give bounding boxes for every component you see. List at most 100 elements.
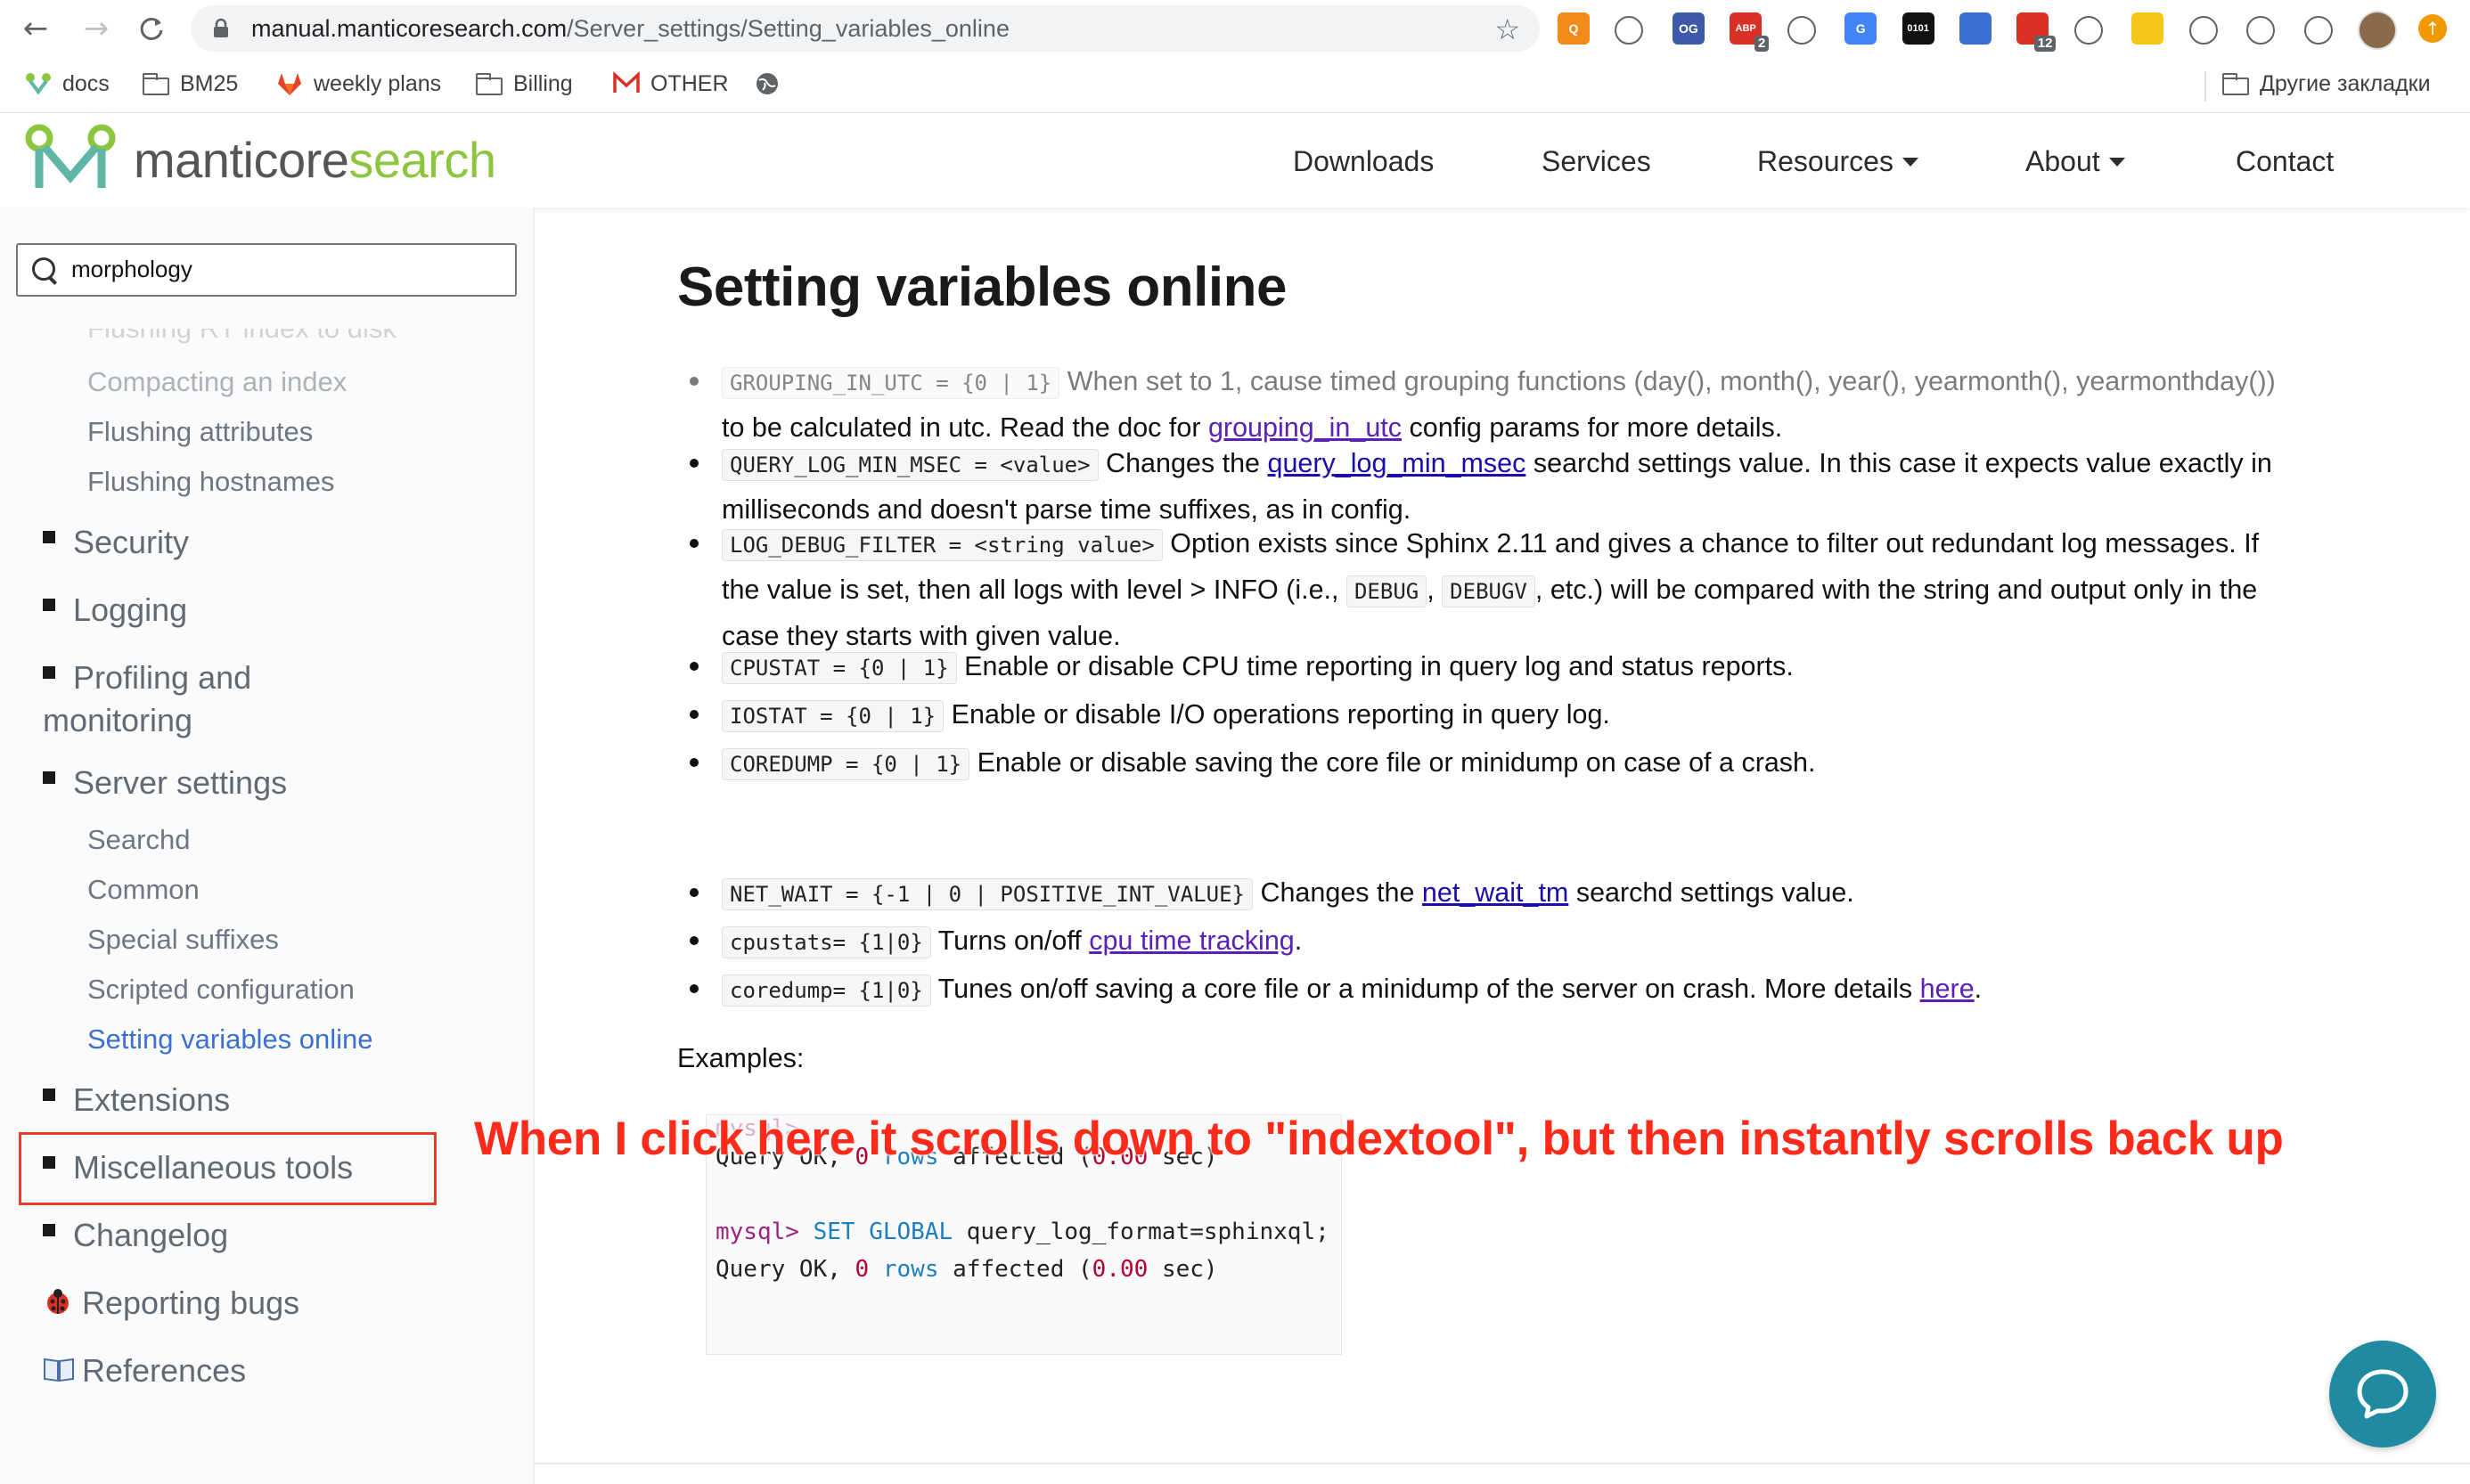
bookmark-bm25[interactable]: BM25	[143, 68, 238, 100]
sidebar-item-flushing-rt[interactable]: Flushing RT index to disk	[87, 329, 397, 345]
link-cpu-time-tracking[interactable]: cpu time tracking	[1089, 925, 1295, 956]
footer-divider	[535, 1463, 2470, 1464]
sidebar-item-extensions[interactable]: Extensions	[43, 1079, 230, 1121]
bookmark-globe[interactable]	[754, 68, 781, 100]
bullet-dot-icon	[690, 539, 699, 548]
code-debug: DEBUG	[1345, 575, 1427, 607]
bullet-dot-icon	[690, 984, 699, 993]
code-line-2: mysql> SET GLOBAL query_log_format=sphin…	[716, 1219, 1329, 1245]
browser-toolbar: ← → manual.manticoresearch.com/Server_se…	[0, 0, 2470, 57]
bookmark-other[interactable]: OTHER	[613, 68, 729, 100]
link-here[interactable]: here	[1920, 974, 1975, 1004]
main-content: Setting variables online GROUPING_IN_UTC…	[535, 208, 2470, 1484]
code-cpustats: cpustats= {1|0}	[722, 926, 931, 958]
bookmark-weekly-plans[interactable]: weekly plans	[276, 68, 441, 100]
other-bookmarks[interactable]: Другие закладки	[2222, 68, 2431, 100]
nav-services[interactable]: Services	[1542, 145, 1651, 178]
url-text: manual.manticoresearch.com/Server_settin…	[251, 15, 1010, 42]
sidebar-item-profiling[interactable]: Profiling and	[43, 656, 251, 699]
ext-circle-icon[interactable]	[1959, 12, 1992, 45]
nav-contact[interactable]: Contact	[2236, 145, 2334, 178]
ext-puzzle-icon[interactable]	[2246, 16, 2276, 45]
sidebar-item-searchd[interactable]: Searchd	[87, 824, 190, 856]
square-bullet-icon	[43, 599, 55, 612]
sidebar: Flushing RT index to disk Compacting an …	[0, 208, 535, 1484]
search-box[interactable]	[16, 243, 517, 297]
gitlab-icon	[278, 73, 301, 95]
search-icon	[32, 257, 55, 281]
book-icon	[44, 1358, 74, 1382]
code-coredump: COREDUMP = {0 | 1}	[722, 748, 970, 780]
bookmarks-divider	[2204, 71, 2206, 102]
forward-icon[interactable]: →	[78, 11, 114, 46]
extension-badge: 2	[1754, 36, 1770, 52]
address-bar[interactable]: manual.manticoresearch.com/Server_settin…	[191, 5, 1540, 52]
reload-icon[interactable]	[134, 11, 169, 46]
sidebar-item-flushing-hostnames[interactable]: Flushing hostnames	[87, 466, 334, 498]
code-debugv: DEBUGV	[1442, 575, 1535, 607]
code-grouping-in-utc: GROUPING_IN_UTC = {0 | 1}	[722, 367, 1060, 399]
sidebar-item-changelog[interactable]: Changelog	[43, 1214, 228, 1257]
link-grouping-in-utc[interactable]: grouping_in_utc	[1208, 412, 1402, 443]
sidebar-item-common[interactable]: Common	[87, 874, 200, 906]
update-icon[interactable]: ↑	[2418, 14, 2447, 43]
code-coredump-toggle: coredump= {1|0}	[722, 974, 931, 1007]
sidebar-item-special-suffixes[interactable]: Special suffixes	[87, 924, 279, 956]
code-cpustat: CPUSTAT = {0 | 1}	[722, 652, 957, 684]
sidebar-item-compacting[interactable]: Compacting an index	[87, 366, 347, 398]
sidebar-item-flushing-attributes[interactable]: Flushing attributes	[87, 416, 313, 448]
ext-abp-icon[interactable]: ABP 2	[1730, 12, 1770, 52]
sidebar-item-scripted-configuration[interactable]: Scripted configuration	[87, 974, 355, 1006]
ext-calendar-icon[interactable]: 12	[2016, 12, 2057, 52]
ext-camera-icon[interactable]	[1787, 16, 1816, 45]
ext-gear-icon[interactable]	[2188, 16, 2218, 45]
folder-icon	[2222, 73, 2249, 95]
sidebar-item-logging[interactable]: Logging	[43, 589, 187, 632]
sidebar-item-references[interactable]: References	[43, 1349, 246, 1392]
bullet-dot-icon	[690, 936, 699, 945]
sidebar-item-server-settings[interactable]: Server settings	[43, 762, 287, 804]
page-title: Setting variables online	[677, 257, 1287, 318]
ext-og-icon[interactable]: OG	[1672, 12, 1705, 45]
caret-down-icon	[1902, 157, 1918, 167]
bullet-dot-icon	[690, 888, 699, 897]
code-iostat: IOSTAT = {0 | 1}	[722, 700, 945, 732]
ext-orange-search-icon[interactable]: Q	[1558, 12, 1590, 45]
sidebar-item-setting-variables-online[interactable]: Setting variables online	[87, 1023, 373, 1056]
avatar[interactable]	[2358, 11, 2397, 50]
ext-speed-icon[interactable]	[2073, 16, 2103, 45]
bookmarks-bar: docs BM25 weekly plans Billing OTHER Дру…	[0, 57, 2470, 113]
bookmark-docs[interactable]: docs	[25, 68, 110, 100]
ext-playlist-icon[interactable]	[2303, 16, 2333, 45]
square-bullet-icon	[43, 1224, 55, 1237]
bookmark-star-icon[interactable]: ☆	[1494, 12, 1520, 46]
code-log-debug-filter: LOG_DEBUG_FILTER = <string value>	[722, 529, 1163, 561]
ext-chick-icon[interactable]	[2131, 12, 2164, 45]
manticore-logo-icon	[25, 124, 116, 188]
nav-downloads[interactable]: Downloads	[1293, 145, 1434, 178]
bookmark-billing[interactable]: Billing	[476, 68, 573, 100]
link-query-log-min-msec[interactable]: query_log_min_msec	[1268, 448, 1526, 478]
nav-about[interactable]: About	[2025, 145, 2125, 178]
ext-translate-icon[interactable]: G	[1844, 12, 1877, 45]
search-input[interactable]	[71, 254, 499, 284]
link-net-wait-tm[interactable]: net_wait_tm	[1422, 877, 1568, 908]
bullet-dot-icon	[690, 459, 699, 468]
chat-widget-button[interactable]	[2329, 1341, 2436, 1447]
code-query-log-min-msec: QUERY_LOG_MIN_MSEC = <value>	[722, 449, 1099, 481]
examples-label: Examples:	[677, 1043, 805, 1073]
code-net-wait: NET_WAIT = {-1 | 0 | POSITIVE_INT_VALUE}	[722, 878, 1253, 910]
ext-pencil-icon[interactable]	[1615, 16, 1644, 45]
folder-icon	[143, 73, 169, 95]
sidebar-item-security[interactable]: Security	[43, 521, 189, 564]
nav-resources[interactable]: Resources	[1757, 145, 1918, 178]
extension-badge: 12	[2033, 36, 2057, 52]
logo-wordmark: manticoresearch	[134, 131, 496, 188]
sidebar-item-reporting-bugs[interactable]: Reporting bugs	[43, 1282, 299, 1325]
back-icon[interactable]: ←	[18, 11, 53, 46]
globe-icon	[757, 73, 778, 94]
sidebar-item-profiling-line2[interactable]: monitoring	[43, 699, 192, 742]
manticore-logo[interactable]: manticoresearch	[23, 124, 496, 195]
folder-icon	[476, 73, 503, 95]
ext-binary-icon[interactable]: 0101	[1902, 12, 1934, 45]
